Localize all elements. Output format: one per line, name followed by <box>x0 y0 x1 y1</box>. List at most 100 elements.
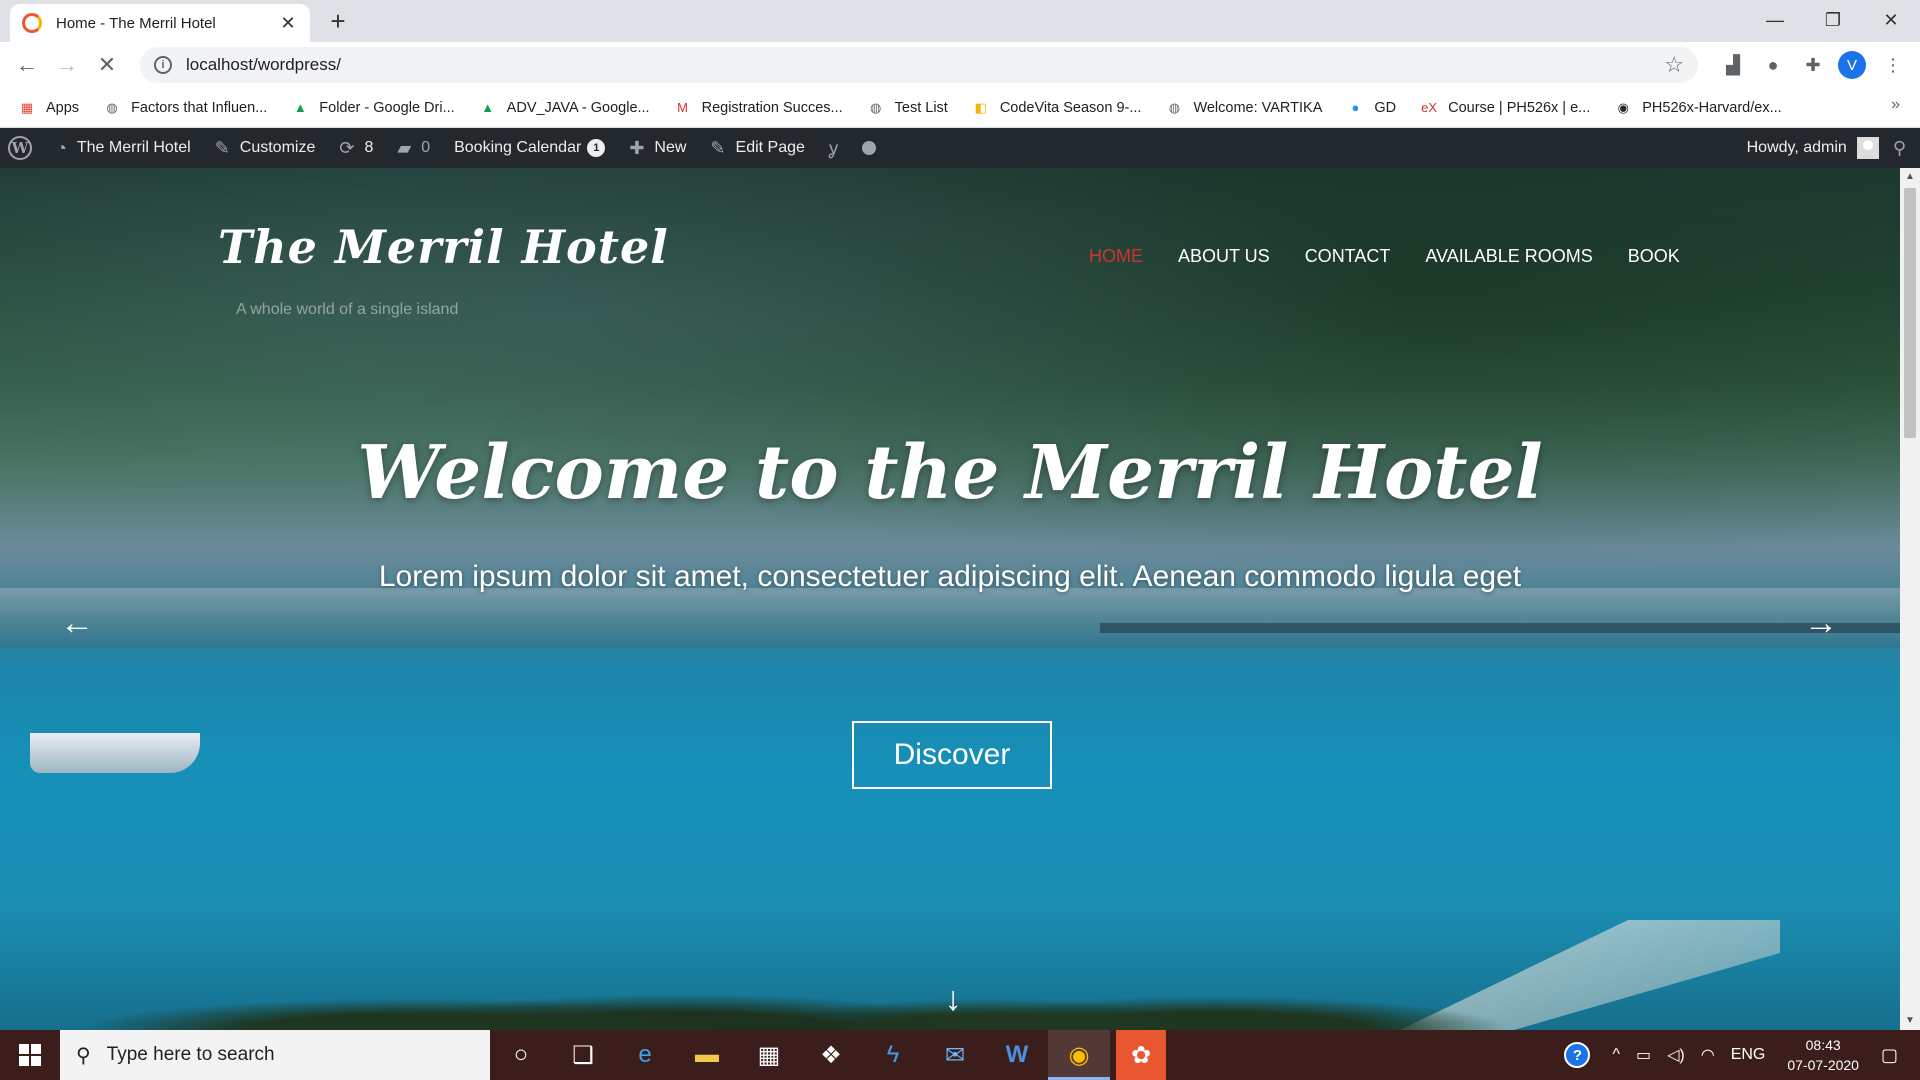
windows-logo-icon <box>19 1044 41 1066</box>
help-icon[interactable]: ? <box>1564 1042 1591 1068</box>
bookmark-item[interactable]: ▲ Folder - Google Dri... <box>291 99 455 117</box>
word-icon[interactable]: W <box>986 1030 1048 1080</box>
admin-yoast[interactable]: ỿ <box>817 128 850 168</box>
bookmark-label: CodeVita Season 9-... <box>999 99 1142 116</box>
microsoft-store-icon[interactable]: ▦ <box>738 1030 800 1080</box>
admin-comments-count: 0 <box>421 139 431 156</box>
nav-item-contact[interactable]: CONTACT <box>1305 246 1391 267</box>
taskbar-search-box[interactable]: ⚲ Type here to search <box>60 1030 490 1080</box>
admin-search-icon[interactable]: ⚲ <box>1879 128 1920 168</box>
dashboard-icon: ◔ <box>56 137 67 158</box>
github-icon: ◉ <box>1617 99 1629 115</box>
battery-icon[interactable]: ▭ <box>1636 1045 1651 1065</box>
bookmarks-overflow-icon[interactable]: » <box>1891 96 1900 114</box>
nav-item-available-rooms[interactable]: AVAILABLE ROOMS <box>1425 246 1592 267</box>
back-button[interactable]: ← <box>10 48 44 82</box>
bookmark-star-icon[interactable]: ☆ <box>1664 52 1684 78</box>
admin-edit-page[interactable]: ✎ Edit Page <box>698 128 816 168</box>
scroll-down-icon[interactable]: ▼ <box>1900 1012 1920 1030</box>
bookmark-item[interactable]: ▦ Apps <box>18 99 79 117</box>
bookmark-item[interactable]: M Registration Succes... <box>674 99 843 117</box>
nav-item-home[interactable]: HOME <box>1089 246 1143 267</box>
start-button[interactable] <box>0 1030 60 1080</box>
minimize-window-button[interactable]: — <box>1746 0 1804 40</box>
browser-tab-active[interactable]: Home - The Merril Hotel ✕ <box>10 4 310 42</box>
volume-icon[interactable]: ◁) <box>1667 1045 1685 1065</box>
nav-item-about-us[interactable]: ABOUT US <box>1178 246 1270 267</box>
bookmark-item[interactable]: ● GD <box>1346 99 1396 117</box>
file-explorer-icon[interactable]: ▬ <box>676 1030 738 1080</box>
bookmark-item[interactable]: eX Course | PH526x | e... <box>1420 99 1590 117</box>
bookmark-item[interactable]: ◉ PH526x-Harvard/ex... <box>1614 99 1782 117</box>
admin-booking-calendar[interactable]: Booking Calendar 1 <box>442 128 617 168</box>
bookmark-label: Apps <box>46 99 80 116</box>
close-tab-icon[interactable]: ✕ <box>278 13 298 34</box>
cortana-icon[interactable]: ○ <box>490 1030 552 1080</box>
bookmark-item[interactable]: ◍ Welcome: VARTIKA <box>1165 99 1323 117</box>
forward-button[interactable]: → <box>50 48 84 82</box>
page-scrollbar[interactable]: ▲ ▼ <box>1900 168 1920 1030</box>
power-automate-icon[interactable]: ϟ <box>862 1030 924 1080</box>
scrollbar-thumb[interactable] <box>1904 188 1916 438</box>
admin-comments[interactable]: ▰ 0 <box>385 128 442 168</box>
site-info-icon[interactable]: i <box>154 56 172 74</box>
extensions-puzzle-icon[interactable]: ✚ <box>1798 50 1828 80</box>
language-indicator[interactable]: ENG <box>1731 1046 1766 1064</box>
bookmark-label: Registration Succes... <box>701 99 843 116</box>
admin-status-dot[interactable] <box>850 128 888 168</box>
taskbar-clock[interactable]: 08:43 07-07-2020 <box>1787 1035 1859 1075</box>
windows-taskbar: ⚲ Type here to search ○ ❑ e ▬ ▦ ❖ ϟ ✉ W … <box>0 1030 1920 1080</box>
stop-loading-button[interactable]: ✕ <box>90 48 124 82</box>
shoreline-background <box>0 588 1900 648</box>
admin-site-name[interactable]: ◔ The Merril Hotel <box>44 128 203 168</box>
close-window-button[interactable]: ✕ <box>1862 0 1920 40</box>
wp-logo-menu[interactable]: W <box>0 128 44 168</box>
google-drive-icon: ▲ <box>481 100 495 115</box>
slider-prev-arrow-icon[interactable]: ← <box>52 598 102 648</box>
extension-chart-icon[interactable]: ▟ <box>1718 50 1748 80</box>
brush-icon: ✎ <box>214 137 230 158</box>
howdy-label: Howdy, admin <box>1746 139 1847 156</box>
restore-window-button[interactable]: ❐ <box>1804 0 1862 40</box>
notifications-icon[interactable]: ▢ <box>1881 1045 1898 1066</box>
discover-button[interactable]: Discover <box>852 721 1052 789</box>
admin-updates[interactable]: ⟳ 8 <box>327 128 385 168</box>
admin-customize[interactable]: ✎ Customize <box>203 128 328 168</box>
admin-new-label: New <box>654 139 687 156</box>
apps-grid-icon: ▦ <box>20 99 34 115</box>
slider-next-arrow-icon[interactable]: → <box>1796 598 1846 648</box>
dropbox-icon[interactable]: ❖ <box>800 1030 862 1080</box>
browser-menu-icon[interactable]: ⋮ <box>1878 50 1908 80</box>
browser-tab-strip: Home - The Merril Hotel ✕ + — ❐ ✕ <box>0 0 1920 42</box>
tray-overflow-icon[interactable]: ^ <box>1612 1046 1620 1064</box>
scroll-up-icon[interactable]: ▲ <box>1900 168 1920 186</box>
chrome-icon[interactable]: ◉ <box>1048 1030 1110 1080</box>
mail-icon[interactable]: ✉ <box>924 1030 986 1080</box>
bookmark-label: GD <box>1374 99 1397 116</box>
bookmark-item[interactable]: ◍ Test List <box>867 99 948 117</box>
address-bar[interactable]: i localhost/wordpress/ ☆ <box>140 47 1698 83</box>
url-text: localhost/wordpress/ <box>186 55 341 74</box>
xampp-icon[interactable]: ✿ <box>1116 1030 1166 1080</box>
codevita-icon: ◧ <box>974 99 987 115</box>
zoom-icon: ● <box>1351 100 1360 115</box>
new-tab-button[interactable]: + <box>322 6 354 38</box>
bookmark-item[interactable]: ◍ Factors that Influen... <box>103 99 267 117</box>
admin-edit-page-label: Edit Page <box>735 139 805 156</box>
admin-new[interactable]: ✚ New <box>617 128 698 168</box>
plus-icon: ✚ <box>629 137 645 158</box>
globe-icon: ◍ <box>106 99 118 115</box>
bookmark-item[interactable]: ◧ CodeVita Season 9-... <box>972 99 1142 117</box>
extension-circle-icon[interactable]: ● <box>1758 50 1788 80</box>
bookmark-item[interactable]: ▲ ADV_JAVA - Google... <box>479 99 649 117</box>
wifi-icon[interactable]: ◠ <box>1701 1045 1715 1065</box>
nav-item-book[interactable]: BOOK <box>1628 246 1680 267</box>
task-view-icon[interactable]: ❑ <box>552 1030 614 1080</box>
site-title[interactable]: The Merril Hotel <box>218 220 669 274</box>
scroll-down-arrow-icon[interactable]: ↓ <box>930 980 976 1019</box>
admin-account[interactable]: Howdy, admin ⚲ <box>1747 128 1920 168</box>
profile-avatar[interactable]: V <box>1838 51 1866 79</box>
admin-updates-count: 8 <box>364 139 374 156</box>
edge-browser-icon[interactable]: e <box>614 1030 676 1080</box>
main-navigation: HOME ABOUT US CONTACT AVAILABLE ROOMS BOOK <box>1054 246 1680 267</box>
